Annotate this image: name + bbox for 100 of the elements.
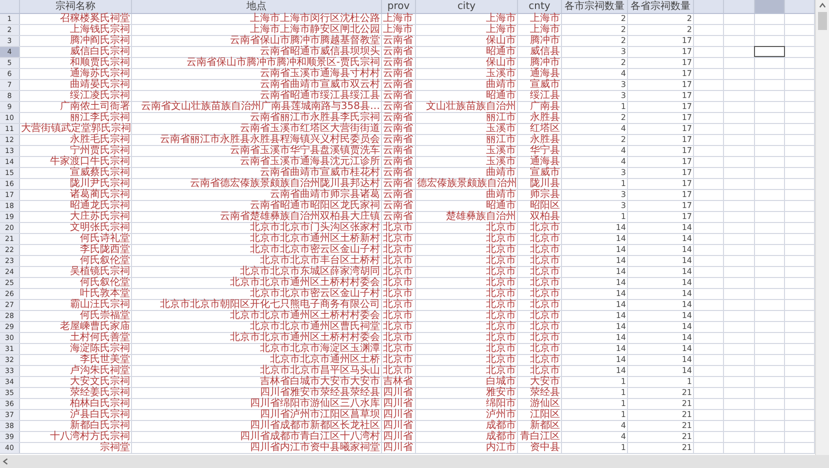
vertical-scrollbar[interactable]: [815, 0, 829, 455]
table-cell: 北京市: [530, 310, 560, 321]
table-cell: 14: [682, 267, 692, 276]
table-cell: 云南省曲靖市宣威市桂花村: [260, 167, 380, 178]
table-cell: 17: [682, 69, 692, 78]
table-cell: 绥江凌氏宗祠: [70, 90, 130, 101]
table-cell: 保山市: [486, 57, 516, 68]
table-cell: 北京市: [530, 365, 560, 376]
table-cell: 北京市: [530, 332, 560, 343]
table-cell: 北京市北京市通州区土桥村村委会: [230, 310, 380, 321]
table-cell: 土村何氏善堂: [70, 332, 130, 343]
table-cell: 何氏叙伦堂: [80, 277, 130, 288]
table-cell: 云南省玉溪市通海县沈元江诊所: [240, 156, 380, 167]
table-cell: 北京市: [486, 266, 516, 277]
table-cell: 14: [616, 223, 626, 232]
table-cell: 曲靖市: [486, 189, 516, 200]
table-cell: 保山市: [486, 35, 516, 46]
table-cell: 十八湾村方氏宗祠: [50, 431, 130, 442]
table-cell: 上海市: [486, 24, 516, 35]
table-cell: 北京市北京市昌平区马头山: [260, 365, 380, 376]
table-cell: 绥江县: [530, 90, 560, 101]
scroll-left-icon[interactable]: [2, 457, 9, 466]
scrollbar-thumb[interactable]: [818, 12, 827, 30]
table-cell: 召稼楼奚氏祠堂: [60, 13, 130, 24]
table-cell: 四川省: [383, 420, 413, 431]
table-cell: 云南省: [383, 189, 413, 200]
table-cell: 北京市: [486, 277, 516, 288]
table-cell: 大庄苏氏宗祠: [70, 211, 130, 222]
table-cell: 14: [616, 300, 626, 309]
scroll-up-icon[interactable]: [818, 2, 827, 9]
table-cell: 腾冲市: [530, 57, 560, 68]
table-cell: 北京市: [383, 233, 413, 244]
table-cell: 17: [682, 179, 692, 188]
table-cell: 云南省: [383, 112, 413, 123]
table-cell: 曲靖市: [486, 79, 516, 90]
table-cell: 楚雄彝族自治州: [446, 211, 516, 222]
table-cell: 云南省: [383, 167, 413, 178]
column-header[interactable]: city: [416, 0, 518, 13]
table-cell: 14: [682, 333, 692, 342]
table-cell: 北京市北京市密云区金山子村: [250, 244, 380, 255]
table-cell: 泸县白氏宗祠: [70, 409, 130, 420]
table-cell: 云南省: [383, 123, 413, 134]
table-cell: 四川省雅安市荥经县荥经县: [260, 387, 380, 398]
table-cell: 北京市: [383, 321, 413, 332]
table-cell: 四川省: [383, 398, 413, 409]
table-cell: 17: [682, 58, 692, 67]
table-cell: 上海钱氏宗祠: [70, 24, 130, 35]
table-cell: 4: [620, 421, 626, 430]
table-cell: 14: [682, 322, 692, 331]
table-cell: 北京市: [486, 343, 516, 354]
table-cell: 21: [682, 432, 692, 441]
table-cell: 玉溪市: [486, 145, 516, 156]
table-cell: 大安文氏宗祠: [70, 376, 130, 387]
table-cell: 云南省玉溪市华宁县盘溪镇贾洗车: [230, 145, 380, 156]
table-cell: 四川省成都市青白江区十八湾村: [240, 431, 380, 442]
table-cell: 14: [616, 245, 626, 254]
table-cell: 云南省昭通市昭阳区龙氏家祠: [250, 200, 380, 211]
table-cell: 14: [616, 289, 626, 298]
table-cell: 3: [620, 47, 626, 56]
table-cell: 云南省德宏傣族景颇族自治州陇川县邦达村: [190, 178, 380, 189]
table-cell: 曲靖晏氏宗祠: [70, 79, 130, 90]
table-cell: 云南省昭通市威信县坝坝头: [260, 46, 380, 57]
table-cell: 云南省: [383, 79, 413, 90]
column-header[interactable]: 宗祠名称: [20, 0, 132, 13]
table-cell: 3: [620, 168, 626, 177]
table-cell: 北京市: [383, 310, 413, 321]
table-cell: 14: [682, 278, 692, 287]
column-header[interactable]: cnty: [518, 0, 562, 13]
table-cell: 1: [620, 212, 626, 221]
table-cell: 北京市: [530, 299, 560, 310]
table-cell: 云南省丽江市永胜县永胜县程海镇兴义村民委员会: [160, 134, 380, 145]
table-cell: 北京市北京市密云区金山子村: [250, 288, 380, 299]
table-cell: 吉林省: [383, 376, 413, 387]
table-cell: 云南省: [383, 46, 413, 57]
selected-cell[interactable]: [754, 46, 785, 57]
table-cell: 14: [682, 289, 692, 298]
table-cell: 和顺贾氏宗祠: [70, 57, 130, 68]
table-cell: 大营街镇武定堂郭氏宗祠: [21, 123, 131, 134]
table-cell: 4: [620, 432, 626, 441]
table-cell: 四川省: [383, 387, 413, 398]
table-cell: 李氏陇西堂: [80, 244, 130, 255]
column-header[interactable]: 各省宗祠数量: [628, 0, 694, 13]
column-header[interactable]: [754, 0, 785, 13]
column-header[interactable]: prov: [382, 0, 416, 13]
table-cell: 云南省: [383, 211, 413, 222]
column-header[interactable]: 地点: [132, 0, 382, 13]
column-header[interactable]: 各市宗祠数量: [562, 0, 628, 13]
horizontal-scrollbar[interactable]: [0, 455, 829, 468]
table-cell: 何氏叙伦堂: [80, 255, 130, 266]
table-cell: 白城市: [486, 376, 516, 387]
table-cell: 14: [616, 256, 626, 265]
table-cell: 通海县: [530, 68, 560, 79]
table-cell: 北京市北京市丰台区土桥村: [260, 255, 380, 266]
table-cell: 北京市: [486, 255, 516, 266]
table-cell: 21: [682, 421, 692, 430]
table-cell: 云南省丽江市永胜县李氏宗祠: [250, 112, 380, 123]
table-cell: 四川省泸州市江阳区菖草坝: [260, 409, 380, 420]
table-cell: 14: [616, 267, 626, 276]
table-cell: 上海市: [486, 13, 516, 24]
table-cell: 17: [682, 146, 692, 155]
